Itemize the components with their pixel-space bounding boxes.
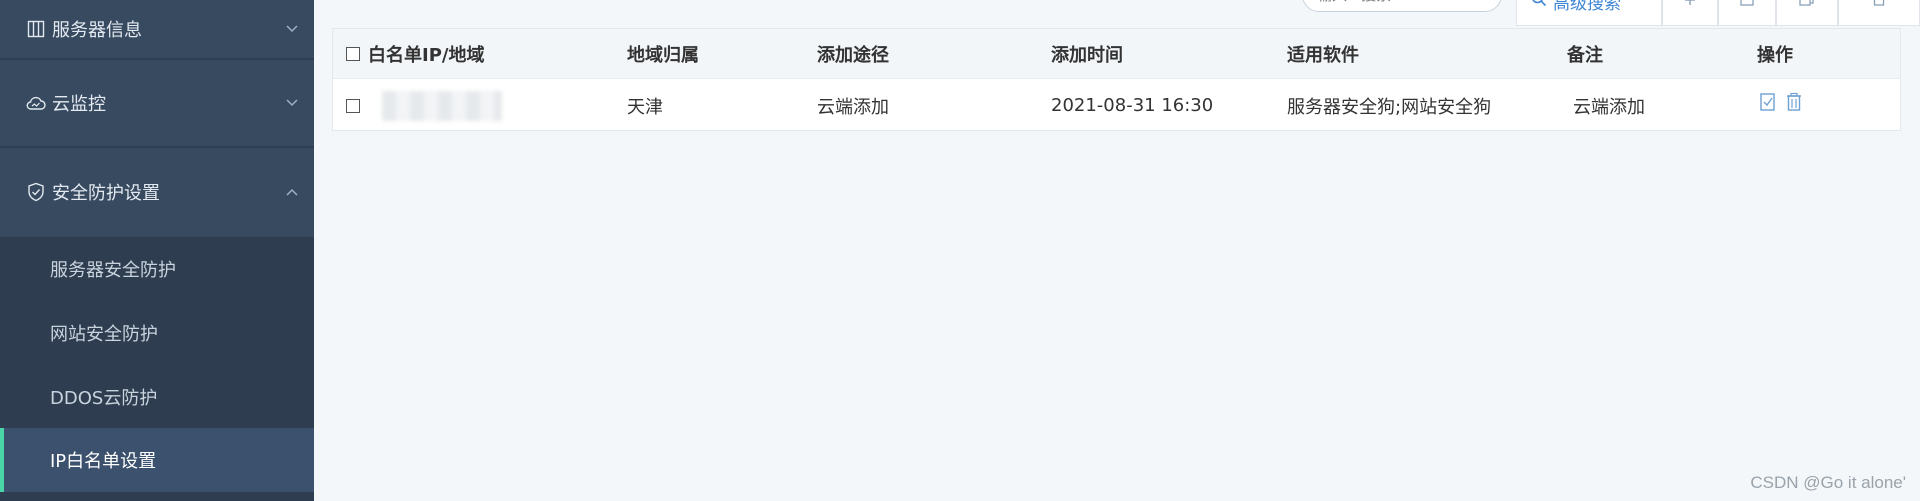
sidebar-submenu: 服务器安全防护 网站安全防护 DDOS云防护 IP白名单设置 (0, 237, 314, 501)
cell-note: 云端添加 (1573, 96, 1645, 118)
chevron-up-icon (284, 187, 300, 197)
delete-icon[interactable] (1783, 91, 1805, 113)
table-header: 白名单IP/地域 地域归属 添加途径 添加时间 适用软件 备注 操作 (333, 29, 1900, 79)
chevron-down-icon (284, 98, 300, 108)
sidebar-item-website-protection[interactable]: 网站安全防护 (0, 301, 314, 365)
sidebar-group-label: 服务器信息 (52, 20, 142, 41)
header-software[interactable]: 适用软件 (1287, 29, 1359, 79)
whitelist-table: 白名单IP/地域 地域归属 添加途径 添加时间 适用软件 备注 操作 天津 云端… (332, 28, 1901, 131)
watermark: CSDN @Go it alone' (1750, 473, 1906, 492)
sidebar-item-ddos-protection[interactable]: DDOS云防护 (0, 365, 314, 429)
header-ip-label: 白名单IP/地域 (368, 45, 485, 66)
export-button[interactable] (1776, 0, 1838, 26)
cell-region: 天津 (627, 96, 663, 118)
cell-ip (346, 79, 502, 132)
header-method[interactable]: 添加途径 (817, 29, 889, 79)
ip-search-box[interactable] (1302, 0, 1502, 12)
batch-delete-button[interactable] (1838, 0, 1920, 26)
plus-icon (1684, 0, 1696, 10)
import-button[interactable] (1718, 0, 1776, 26)
row-checkbox[interactable] (346, 98, 360, 113)
app-root: 服务器信息 云监控 安全防护设置 服务器安全防护 网站安全防护 DDOS云防护 … (0, 0, 1920, 501)
sidebar-item-label: IP白名单设置 (50, 451, 157, 472)
ip-redacted (382, 90, 502, 121)
advanced-search-label: 高级搜索 (1553, 0, 1621, 14)
add-button[interactable] (1662, 0, 1718, 26)
header-region[interactable]: 地域归属 (627, 29, 699, 79)
active-indicator (0, 428, 4, 492)
sidebar-group-server-info[interactable]: 服务器信息 (0, 0, 314, 60)
sidebar-group-label: 安全防护设置 (52, 183, 160, 204)
cell-actions (1757, 75, 1809, 128)
copy-icon (1799, 0, 1815, 10)
cloud-icon (26, 93, 46, 113)
sidebar-item-label: DDOS云防护 (50, 388, 158, 409)
shield-icon (26, 182, 46, 202)
chevron-down-icon (284, 24, 300, 34)
sidebar-item-label: 网站安全防护 (50, 324, 158, 345)
import-icon (1739, 0, 1755, 10)
header-note[interactable]: 备注 (1567, 29, 1603, 79)
cell-software: 服务器安全狗;网站安全狗 (1287, 96, 1492, 118)
sidebar-group-security[interactable]: 安全防护设置 (0, 148, 314, 236)
ip-search-input[interactable] (1317, 0, 1467, 4)
trash-icon (1871, 0, 1887, 10)
sidebar-group-label: 云监控 (52, 94, 106, 115)
header-ip: 白名单IP/地域 (346, 29, 484, 79)
header-action: 操作 (1757, 45, 1793, 66)
sidebar-group-cloud-monitor[interactable]: 云监控 (0, 60, 314, 148)
edit-icon[interactable] (1757, 91, 1779, 113)
cell-method: 云端添加 (817, 96, 889, 118)
server-columns-icon (26, 19, 46, 39)
sidebar-item-server-protection[interactable]: 服务器安全防护 (0, 237, 314, 301)
header-time[interactable]: 添加时间 (1051, 29, 1123, 79)
select-all-checkbox[interactable] (346, 47, 360, 61)
sidebar-item-label: 服务器安全防护 (50, 260, 176, 281)
sidebar-item-ip-whitelist[interactable]: IP白名单设置 (0, 428, 314, 492)
search-icon (1531, 0, 1547, 12)
advanced-search-button[interactable]: 高级搜索 (1516, 0, 1662, 26)
sidebar: 服务器信息 云监控 安全防护设置 服务器安全防护 网站安全防护 DDOS云防护 … (0, 0, 314, 501)
cell-time: 2021-08-31 16:30 (1051, 95, 1214, 116)
